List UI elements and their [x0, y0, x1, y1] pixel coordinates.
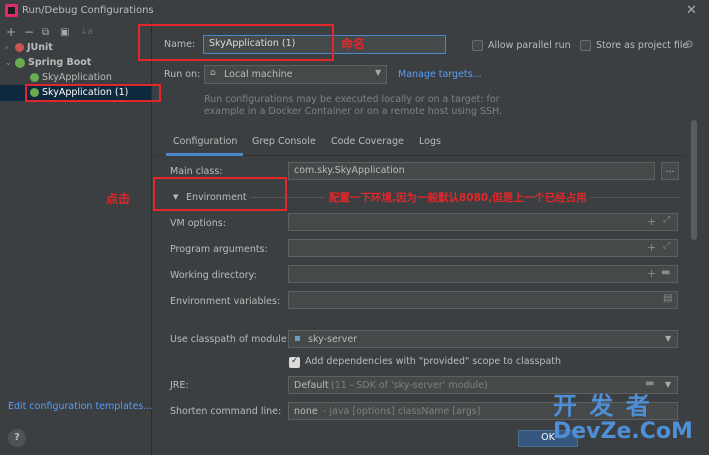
run-on-select[interactable]: ⌂ Local machine ▼ [204, 65, 387, 84]
chevron-down-icon: ⌄ [5, 58, 12, 67]
environment-toggle[interactable]: Environment [186, 192, 247, 203]
tab-code-coverage[interactable]: Code Coverage [331, 136, 404, 147]
run-on-hint-line2: example in a Docker Container or on a re… [204, 106, 503, 117]
gear-icon[interactable]: ⚙ [684, 38, 694, 51]
annotation-box-name [138, 24, 334, 61]
classpath-label: Use classpath of module: [170, 334, 290, 345]
run-on-label: Run on: [164, 69, 201, 80]
vm-options-field[interactable]: + ⤢ [288, 213, 678, 231]
browse-main-class-button[interactable]: ... [661, 162, 679, 180]
chevron-down-icon: ▼ [375, 68, 382, 77]
jre-hint: (11 - SDK of 'sky-server' module) [331, 380, 488, 391]
collapse-arrow-icon: ▼ [173, 193, 179, 201]
add-icon[interactable]: + [647, 215, 656, 228]
store-project-checkbox[interactable] [580, 40, 591, 51]
help-icon[interactable]: ? [8, 429, 26, 447]
working-dir-label: Working directory: [170, 270, 257, 281]
close-icon[interactable]: ✕ [686, 3, 697, 18]
env-vars-field[interactable]: ▤ [288, 291, 678, 309]
allow-parallel-checkbox[interactable] [472, 40, 483, 51]
annotation-box-selected-config [25, 84, 161, 102]
program-args-field[interactable]: + ⤢ [288, 239, 678, 257]
annotation-click: 点击 [106, 192, 131, 206]
vm-options-label: VM options: [170, 218, 226, 229]
spring-boot-icon [30, 73, 39, 82]
add-icon[interactable]: + [6, 25, 16, 39]
tree-item-label: JUnit [27, 42, 53, 53]
jre-value: Default [294, 380, 329, 391]
run-on-value: Local machine [224, 69, 293, 80]
chevron-down-icon: ▼ [665, 334, 672, 343]
add-dependencies-checkbox[interactable] [289, 356, 300, 368]
add-dependencies-label: Add dependencies with "provided" scope t… [305, 356, 562, 367]
watermark-line1: 开 发 者 [553, 392, 652, 420]
allow-parallel-label: Allow parallel run [488, 40, 571, 51]
env-vars-label: Environment variables: [170, 296, 281, 307]
tree-item-label: SkyApplication [42, 72, 112, 83]
document-icon[interactable]: ▤ [663, 293, 672, 304]
sort-icon[interactable]: ↓a [80, 27, 93, 37]
remove-icon[interactable]: − [24, 25, 34, 39]
copy-icon[interactable]: ⧉ [42, 27, 49, 38]
junit-icon [15, 43, 24, 52]
window-title: Run/Debug Configurations [22, 5, 154, 16]
shorten-value: none [294, 406, 318, 417]
home-icon: ⌂ [210, 68, 216, 78]
tree-item-junit[interactable]: › JUnit [0, 40, 151, 56]
expand-icon[interactable]: ⤢ [663, 241, 670, 251]
expand-icon[interactable]: ⤢ [663, 215, 670, 225]
tab-configuration[interactable]: Configuration [173, 136, 237, 147]
tab-grep-console[interactable]: Grep Console [252, 136, 316, 147]
folder-icon[interactable]: ▬ [661, 267, 670, 278]
chevron-down-icon: ▼ [665, 380, 672, 389]
tree-item-spring-boot[interactable]: ⌄ Spring Boot [0, 55, 151, 71]
classpath-select[interactable]: ▪ sky-server ▼ [288, 330, 678, 348]
jre-label: JRE: [170, 380, 189, 391]
manage-targets-link[interactable]: Manage targets... [398, 69, 482, 80]
add-icon[interactable]: + [647, 267, 656, 280]
tab-logs[interactable]: Logs [419, 136, 441, 147]
chevron-right-icon: › [5, 43, 9, 52]
main-class-label: Main class: [170, 166, 223, 177]
watermark-line2: DevZe.CoM [553, 419, 693, 444]
app-icon [5, 4, 18, 17]
edit-templates-link[interactable]: Edit configuration templates... [8, 401, 152, 412]
scrollbar-thumb[interactable] [691, 120, 697, 240]
classpath-value: sky-server [308, 334, 358, 345]
annotation-environment-note: 配置一下环境,因为一般默认8080,但是上一个已经占用 [325, 190, 591, 205]
add-icon[interactable]: + [647, 241, 656, 254]
folder-icon[interactable]: ▣ [60, 27, 69, 38]
shorten-label: Shorten command line: [170, 406, 282, 417]
annotation-rename: 命名 [341, 37, 366, 51]
tab-selected-indicator [166, 153, 243, 156]
tree-item-label: Spring Boot [28, 57, 92, 68]
main-class-value: com.sky.SkyApplication [294, 165, 405, 176]
main-class-field[interactable]: com.sky.SkyApplication [288, 162, 655, 180]
shorten-hint: - java [options] className [args] [323, 406, 481, 417]
program-args-label: Program arguments: [170, 244, 268, 255]
run-on-hint-line1: Run configurations may be executed local… [204, 94, 500, 105]
module-icon: ▪ [294, 333, 301, 344]
store-project-label: Store as project file [596, 40, 689, 51]
working-dir-field[interactable]: + ▬ [288, 265, 678, 283]
spring-boot-icon [15, 57, 25, 68]
